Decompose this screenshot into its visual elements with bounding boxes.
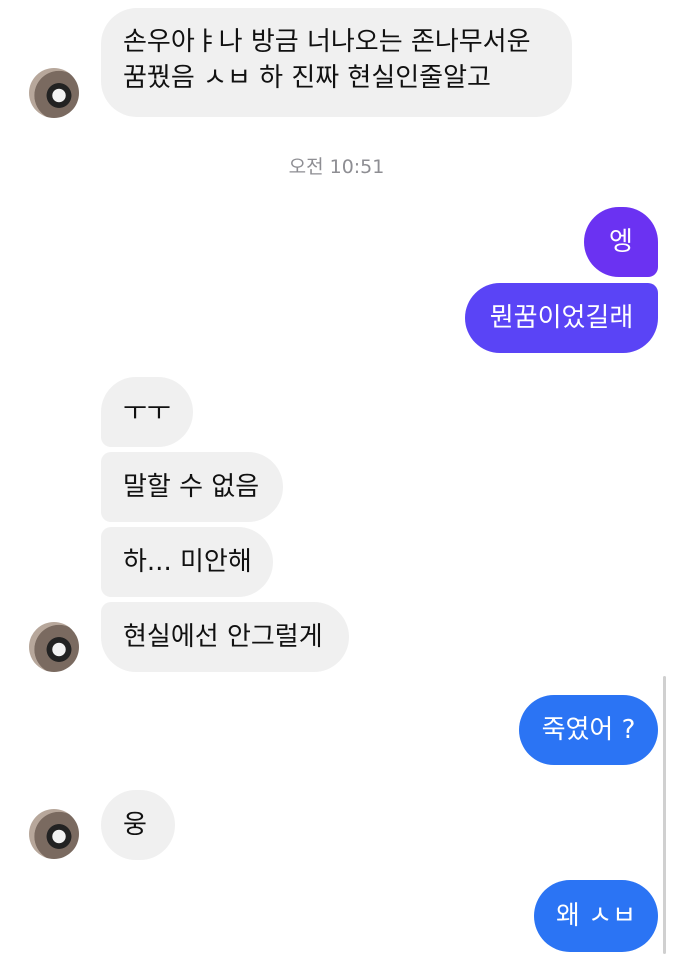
message-text-line: 손우아ㅑ나 방금 너나오는 존나무서운 (123, 27, 531, 57)
incoming-message[interactable]: 웅 (101, 790, 175, 860)
cat-avatar-icon[interactable] (29, 622, 79, 672)
incoming-message[interactable]: ㅜㅜ (101, 377, 193, 447)
message-text: 죽였어 ? (541, 715, 636, 745)
message-text-line: 꿈꿨음 ㅅㅂ 하 진짜 현실인줄알고 (123, 63, 491, 93)
outgoing-message[interactable]: 엥 (584, 207, 658, 277)
message-text: 현실에선 안그럴게 (123, 622, 323, 652)
message-text: 엥 (609, 227, 633, 257)
incoming-message[interactable]: 말할 수 없음 (101, 452, 283, 522)
timestamp: 오전 10:51 (288, 156, 385, 178)
incoming-message[interactable]: 하... 미안해 (101, 527, 273, 597)
incoming-message[interactable]: 손우아ㅑ나 방금 너나오는 존나무서운 꿈꿨음 ㅅㅂ 하 진짜 현실인줄알고 (101, 8, 572, 117)
outgoing-message[interactable]: 죽였어 ? (519, 695, 658, 765)
incoming-message[interactable]: 현실에선 안그럴게 (101, 602, 349, 672)
outgoing-message[interactable]: 왜 ㅅㅂ (534, 880, 658, 952)
outgoing-message[interactable]: 뭔꿈이었길래 (465, 283, 658, 353)
cat-avatar-icon[interactable] (29, 68, 79, 118)
message-text: 왜 ㅅㅂ (555, 901, 637, 931)
message-text: 뭔꿈이었길래 (489, 303, 634, 333)
cat-avatar-icon[interactable] (29, 809, 79, 859)
message-text: 웅 (123, 810, 147, 840)
message-text: ㅜㅜ (123, 397, 171, 427)
scrollbar[interactable] (663, 676, 666, 954)
message-text: 말할 수 없음 (123, 472, 260, 502)
message-text: 하... 미안해 (123, 547, 252, 577)
